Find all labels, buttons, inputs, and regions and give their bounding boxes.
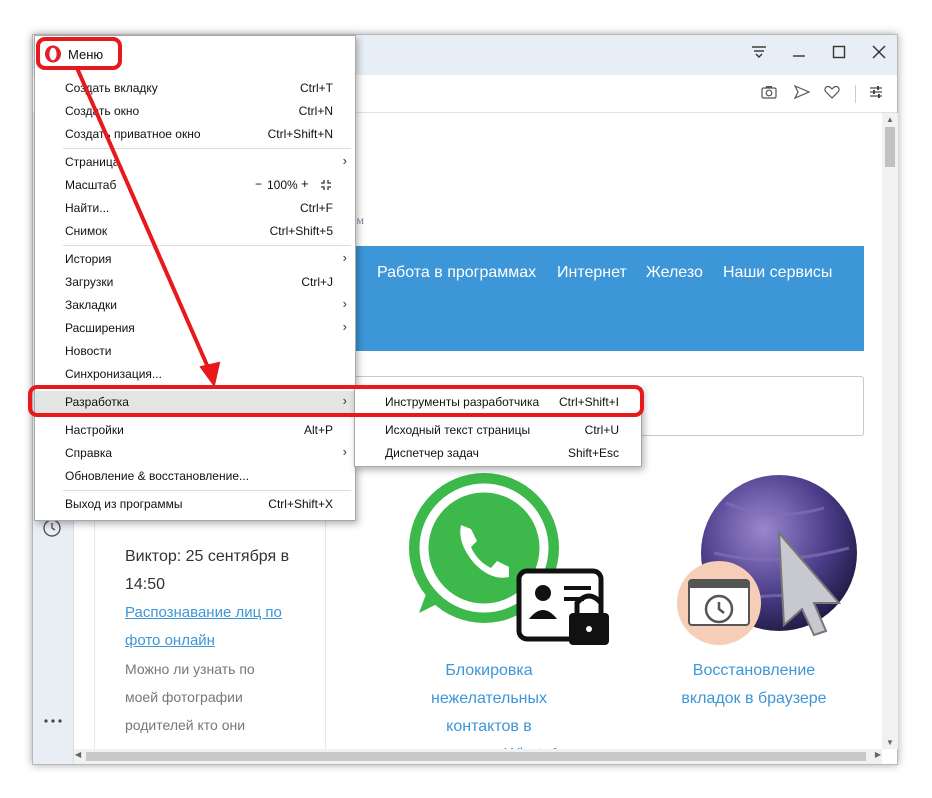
menu-button-highlight: [36, 37, 122, 70]
annotation-arrow-line: [75, 67, 212, 373]
annotation-arrowhead-icon: [199, 361, 221, 388]
developer-row-highlight: [28, 385, 644, 417]
annotation-overlay: [28, 37, 644, 417]
